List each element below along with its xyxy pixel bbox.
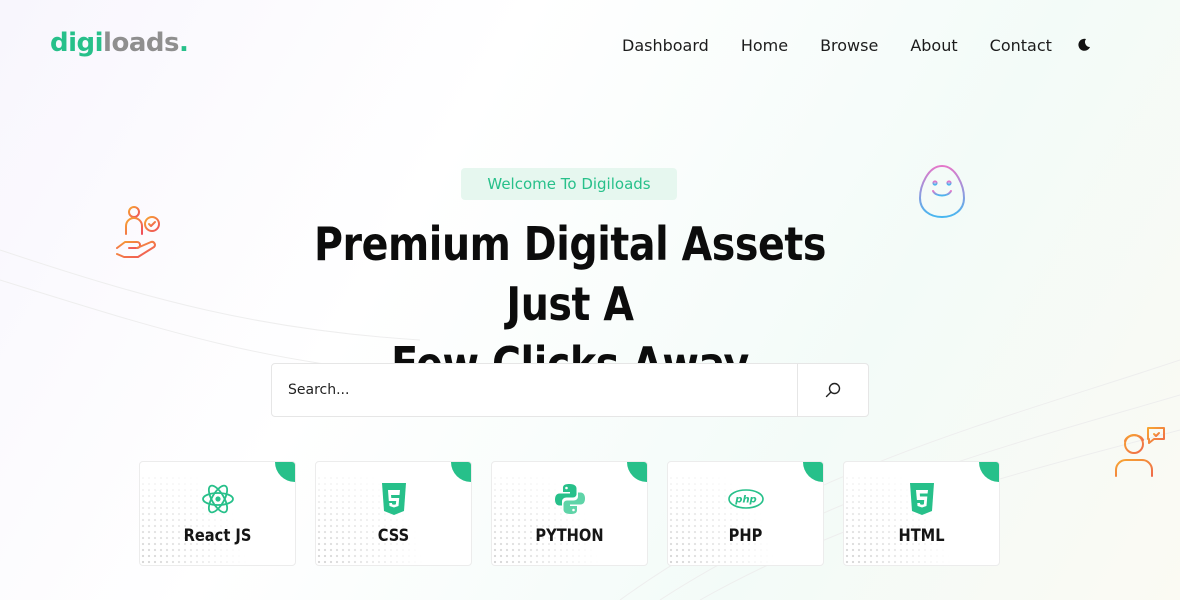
nav-home[interactable]: Home — [741, 36, 788, 55]
nav-dashboard[interactable]: Dashboard — [622, 36, 709, 55]
moon-icon[interactable] — [1077, 38, 1091, 52]
search-icon — [825, 382, 841, 398]
logo-text-main: digi — [50, 28, 104, 58]
php-icon: php — [728, 489, 764, 509]
site-header: digiloads. Dashboard Home Browse About C… — [0, 0, 1180, 92]
html5-icon — [910, 483, 934, 515]
welcome-badge: Welcome To Digiloads — [461, 168, 677, 200]
card-corner-accent — [803, 462, 823, 482]
category-card-html[interactable]: HTML — [843, 461, 1000, 566]
user-chat-icon — [1115, 427, 1165, 477]
category-card-python[interactable]: PYTHON — [491, 461, 648, 566]
category-card-react[interactable]: React JS — [139, 461, 296, 566]
python-icon — [555, 484, 585, 514]
category-card-php[interactable]: php PHP — [667, 461, 824, 566]
search-input[interactable] — [272, 364, 797, 416]
card-label: HTML — [898, 526, 945, 546]
logo-dot: . — [178, 28, 189, 58]
search-button[interactable] — [797, 364, 868, 416]
logo-text-tail: loads — [103, 28, 179, 58]
card-label: CSS — [377, 526, 410, 546]
css3-icon — [382, 483, 406, 515]
card-corner-accent — [627, 462, 647, 482]
card-label: PYTHON — [535, 526, 604, 546]
card-corner-accent — [275, 462, 295, 482]
logo[interactable]: digiloads. — [50, 28, 189, 58]
react-icon — [202, 484, 234, 514]
smiley-egg-icon — [918, 164, 966, 219]
hand-user-check-icon — [116, 206, 160, 258]
search-bar — [271, 363, 869, 417]
card-label: PHP — [728, 526, 763, 546]
card-label: React JS — [183, 526, 252, 546]
category-card-css[interactable]: CSS — [315, 461, 472, 566]
card-corner-accent — [979, 462, 999, 482]
hero-title-line1: Premium Digital Assets Just A — [313, 217, 827, 331]
svg-text:php: php — [734, 495, 756, 506]
nav-about[interactable]: About — [910, 36, 957, 55]
main-nav: Dashboard Home Browse About Contact — [622, 36, 1084, 55]
card-corner-accent — [451, 462, 471, 482]
nav-browse[interactable]: Browse — [820, 36, 878, 55]
nav-contact[interactable]: Contact — [990, 36, 1052, 55]
